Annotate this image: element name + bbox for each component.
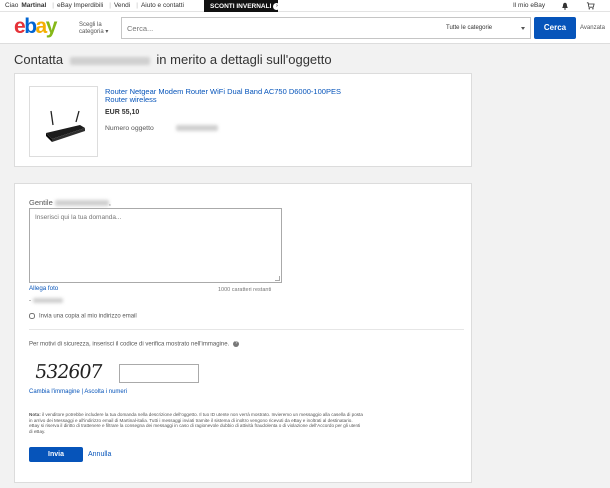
redacted-seller-name (54, 200, 109, 207)
chevron-down-icon (521, 27, 525, 30)
listen-numbers-link[interactable]: Ascolta i numeri (84, 389, 127, 395)
item-card: Router Netgear Modem Router WiFi Dual Ba… (14, 73, 472, 167)
search-input[interactable] (122, 18, 441, 38)
promo-label: SCONTI INVERNALI (210, 3, 272, 10)
question-form: Gentile , Allega foto 1000 caratteri res… (14, 183, 472, 483)
deals-link[interactable]: eBay Imperdibili (57, 2, 103, 9)
search-button[interactable]: Cerca (534, 17, 576, 39)
page-title: Contatta in merito a dettagli sull'ogget… (14, 52, 332, 67)
chevron-down-icon: ▾ (105, 29, 109, 35)
search-box[interactable] (121, 17, 442, 39)
redacted-item-number (175, 125, 218, 132)
greeting-text: Ciao (5, 2, 19, 9)
note-text: Nota: il venditore potrebbe includere la… (29, 412, 363, 434)
item-price: EUR 55,10 (105, 109, 140, 116)
router-image (46, 110, 85, 142)
top-bar: Ciao Martinal | eBay Imperdibili | Vendi | Aiut… (0, 0, 610, 12)
change-image-link[interactable]: Cambia l'immagine (29, 389, 80, 395)
cart-icon[interactable] (586, 2, 595, 10)
sell-link[interactable]: Vendi (114, 2, 130, 9)
shop-by-category[interactable]: Scegli la categoria ▾ (79, 22, 119, 36)
promo-banner[interactable]: SCONTI INVERNALI › (204, 0, 281, 12)
submit-button[interactable]: Invia (29, 447, 83, 462)
item-number-label: Numero oggetto (105, 125, 218, 132)
redacted-seller-name (69, 56, 150, 65)
username-link[interactable]: Martinal (21, 2, 46, 9)
sender-signature: - (29, 298, 63, 304)
captcha-image: 532607 (33, 361, 104, 383)
ebay-logo[interactable]: ebay (14, 16, 57, 38)
redacted-username (32, 298, 63, 303)
form-greeting: Gentile , (29, 198, 111, 207)
question-textarea[interactable] (29, 208, 282, 283)
send-copy-label: Invia una copia al mio indirizzo email (39, 313, 137, 320)
header: ebay Scegli la categoria ▾ Tutte le cate… (0, 12, 610, 44)
captcha-input-box[interactable] (119, 364, 199, 383)
resize-handle[interactable] (275, 276, 280, 281)
arrow-right-icon: › (273, 3, 281, 10)
question-field[interactable] (30, 209, 281, 282)
security-text: Per motivi di sicurezza, inserisci il co… (29, 341, 240, 348)
help-icon[interactable]: ? (233, 341, 240, 347)
attach-photo-link[interactable]: Allega foto (29, 285, 58, 292)
captcha-input[interactable] (120, 365, 198, 382)
send-copy-checkbox[interactable] (29, 313, 35, 319)
top-bar-left: Ciao Martinal | eBay Imperdibili | Vendi | Aiut… (5, 2, 184, 9)
item-thumbnail[interactable] (29, 86, 98, 157)
cancel-link[interactable]: Annulla (88, 451, 111, 458)
category-select[interactable]: Tutte le categorie (441, 17, 531, 39)
advanced-search-link[interactable]: Avanzata (580, 25, 605, 31)
chars-remaining: 1000 caratteri restanti (218, 287, 272, 293)
help-link[interactable]: Aiuto e contatti (141, 2, 184, 9)
my-ebay-link[interactable]: Il mio eBay (513, 2, 545, 9)
captcha-links: Cambia l'immagine | Ascolta i numeri (29, 389, 128, 395)
divider (29, 329, 464, 330)
bell-icon[interactable] (561, 2, 569, 10)
item-title-link[interactable]: Router Netgear Modem Router WiFi Dual Ba… (105, 88, 365, 104)
send-copy-option[interactable]: Invia una copia al mio indirizzo email (29, 313, 137, 320)
